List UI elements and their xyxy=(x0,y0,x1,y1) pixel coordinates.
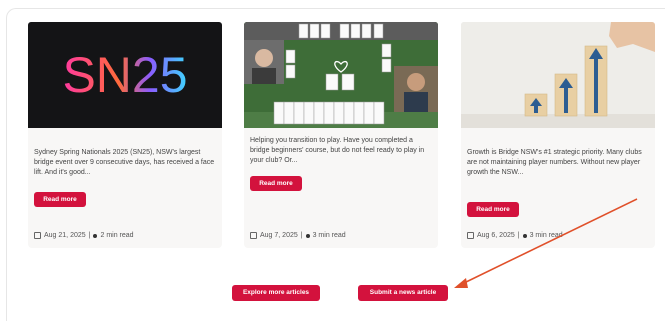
article-thumbnail-sn25[interactable]: SN25 xyxy=(28,22,222,128)
read-more-button[interactable]: Read more xyxy=(250,176,302,191)
calendar-icon xyxy=(467,232,474,239)
article-read-time: 3 min read xyxy=(529,232,563,239)
article-excerpt: Sydney Spring Nationals 2025 (SN25), NSW… xyxy=(34,149,215,176)
read-more-button[interactable]: Read more xyxy=(34,192,86,207)
growth-blocks-image xyxy=(461,22,655,128)
read-time-icon xyxy=(305,233,310,238)
article-meta: Aug 7, 2025 | 3 min read xyxy=(250,232,346,239)
article-meta: Aug 6, 2025 | 3 min read xyxy=(467,232,563,239)
article-card-growth[interactable]: Growth is Bridge NSW's #1 strategic prio… xyxy=(461,22,655,248)
explore-more-articles-button[interactable]: Explore more articles xyxy=(232,285,320,301)
article-read-time: 3 min read xyxy=(312,232,346,239)
article-thumbnail-transition[interactable] xyxy=(244,22,438,128)
article-thumbnail-growth[interactable] xyxy=(461,22,655,128)
meta-separator: | xyxy=(517,232,520,239)
read-time-icon xyxy=(93,233,98,238)
article-excerpt: Growth is Bridge NSW's #1 strategic prio… xyxy=(467,149,642,176)
sn25-logo-image: SN25 xyxy=(62,47,187,103)
calendar-icon xyxy=(34,232,41,239)
article-excerpt: Helping you transition to play. Have you… xyxy=(250,137,425,164)
calendar-icon xyxy=(250,232,257,239)
read-more-button[interactable]: Read more xyxy=(467,202,519,217)
article-date: Aug 6, 2025 xyxy=(477,232,515,239)
article-card-sn25[interactable]: SN25 Sydney Spring Nationals 2025 (SN25)… xyxy=(28,22,222,248)
submit-news-article-button[interactable]: Submit a news article xyxy=(358,285,448,301)
online-bridge-screenshot-image xyxy=(244,22,438,128)
article-date: Aug 21, 2025 xyxy=(44,232,86,239)
article-read-time: 2 min read xyxy=(100,232,134,239)
article-meta: Aug 21, 2025 | 2 min read xyxy=(34,232,134,239)
article-date: Aug 7, 2025 xyxy=(260,232,298,239)
sn25-logo-text: SN25 xyxy=(62,47,187,103)
article-card-transition[interactable]: Helping you transition to play. Have you… xyxy=(244,22,438,248)
read-time-icon xyxy=(522,233,527,238)
meta-separator: | xyxy=(300,232,303,239)
meta-separator: | xyxy=(88,232,91,239)
